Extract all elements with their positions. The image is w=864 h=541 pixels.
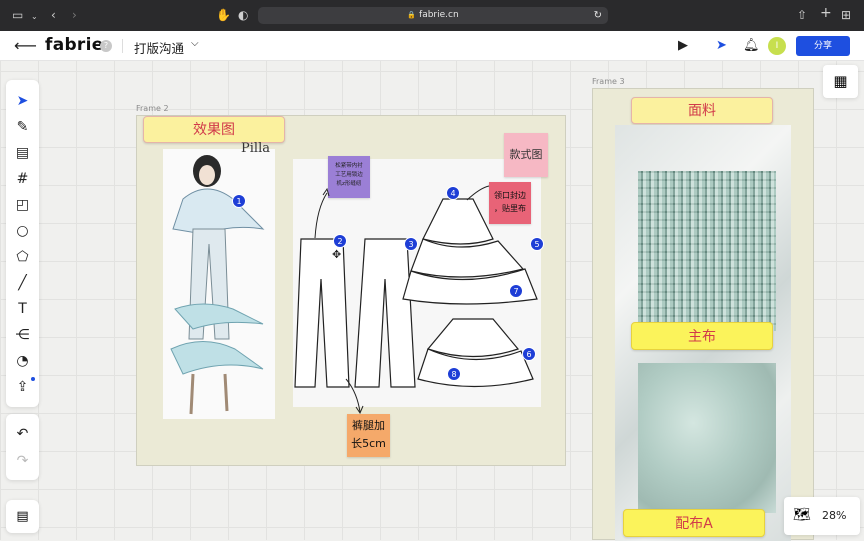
pin-7[interactable]: 7: [509, 284, 523, 298]
redo-icon[interactable]: ↷: [6, 450, 39, 472]
url-text: fabrie.cn: [419, 10, 459, 20]
mindmap-tool-icon[interactable]: ⋲: [6, 324, 39, 346]
frame-3[interactable]: 面料 主布 配布A: [592, 88, 814, 541]
main-fabric-swatch[interactable]: [638, 171, 776, 331]
annotation-arrows: [314, 185, 490, 415]
minimap-icon[interactable]: 🗺︎: [793, 507, 811, 523]
chevron-down-icon[interactable]: ⌄: [31, 10, 38, 24]
back-arrow-icon[interactable]: ‹: [51, 8, 56, 22]
forward-arrow-icon[interactable]: ›: [72, 8, 77, 22]
frame-tool-icon[interactable]: #: [6, 168, 39, 190]
lock-icon: 🔒: [407, 11, 417, 19]
pin-8[interactable]: 8: [447, 367, 461, 381]
pin-1[interactable]: 1: [232, 194, 246, 208]
pin-2[interactable]: 2: [333, 234, 347, 248]
app-header: ⟵ fabrie ? 打版沟通 ⌵ ▶︎ ➤ 🔔︎ I 分享: [0, 31, 864, 61]
pin-4[interactable]: 4: [446, 186, 460, 200]
present-icon[interactable]: ▶︎: [678, 38, 688, 53]
select-tool-icon[interactable]: ➤: [6, 90, 39, 112]
lining-a-label[interactable]: 配布A: [623, 509, 765, 537]
history-panel: ↶ ↷: [6, 414, 39, 480]
reload-icon[interactable]: ↻: [594, 7, 602, 24]
line-tool-icon[interactable]: ╱: [6, 272, 39, 294]
address-bar[interactable]: 🔒 fabrie.cn ↻: [258, 7, 608, 24]
browser-toolbar: ▭ ⌄ ‹ › ✋ ◐ 🔒 fabrie.cn ↻ ⇧ + ⊞: [0, 0, 864, 31]
bell-icon[interactable]: 🔔︎: [743, 38, 760, 53]
tools-panel: ➤ ✎ ▤ # ◰ ○ ⬠ ╱ T ⋲ ◔ ⇪: [6, 80, 39, 407]
fabric-sticky[interactable]: 面料: [631, 97, 773, 124]
frame-label[interactable]: Frame 3: [592, 77, 625, 86]
circle-tool-icon[interactable]: ○: [6, 220, 39, 242]
polygon-tool-icon[interactable]: ⬠: [6, 246, 39, 268]
back-icon[interactable]: ⟵: [14, 36, 37, 55]
help-icon[interactable]: ?: [100, 40, 112, 52]
frame-2[interactable]: 效果图 Pilla 松紧带内衬 工艺用锁边 机z形缝纫 款式图 领口封边 ，贴里…: [136, 115, 566, 466]
project-title[interactable]: 打版沟通: [134, 38, 184, 57]
layout-tool-icon[interactable]: ▤: [6, 142, 39, 164]
lining-fabric-swatch[interactable]: [638, 363, 776, 513]
share-icon[interactable]: ⇧: [797, 8, 807, 22]
zoom-control[interactable]: 🗺︎ 28%: [784, 497, 860, 535]
upload-indicator-dot: [31, 377, 35, 381]
privacy-hand-icon[interactable]: ✋: [216, 8, 231, 22]
text-tool-icon[interactable]: T: [6, 298, 39, 320]
zoom-level[interactable]: 28%: [822, 509, 846, 522]
pin-6[interactable]: 6: [522, 347, 536, 361]
tab-overview-icon[interactable]: ⊞: [841, 8, 851, 22]
move-cursor-icon: ✥: [332, 248, 342, 261]
fabrie-logo[interactable]: fabrie: [45, 35, 104, 55]
new-tab-icon[interactable]: +: [820, 6, 832, 20]
pin-5[interactable]: 5: [530, 237, 544, 251]
pages-icon[interactable]: ▤: [6, 500, 39, 533]
shield-icon[interactable]: ◐: [238, 8, 248, 22]
pen-tool-icon[interactable]: ✎: [6, 116, 39, 138]
sidebar-toggle-icon[interactable]: ▭: [12, 8, 23, 22]
table-icon[interactable]: ▦: [823, 65, 858, 98]
avatar[interactable]: I: [768, 37, 786, 55]
undo-icon[interactable]: ↶: [6, 423, 39, 445]
pin-3[interactable]: 3: [404, 237, 418, 251]
divider: [122, 39, 123, 53]
share-button[interactable]: 分享: [796, 36, 850, 56]
chevron-down-icon[interactable]: ⌵: [191, 38, 199, 49]
cursor-follow-icon[interactable]: ➤: [716, 38, 727, 53]
main-fabric-label[interactable]: 主布: [631, 322, 773, 350]
sticky-note-tool-icon[interactable]: ◰: [6, 194, 39, 216]
frame-label[interactable]: Frame 2: [136, 104, 169, 113]
color-tool-icon[interactable]: ◔: [6, 350, 39, 372]
